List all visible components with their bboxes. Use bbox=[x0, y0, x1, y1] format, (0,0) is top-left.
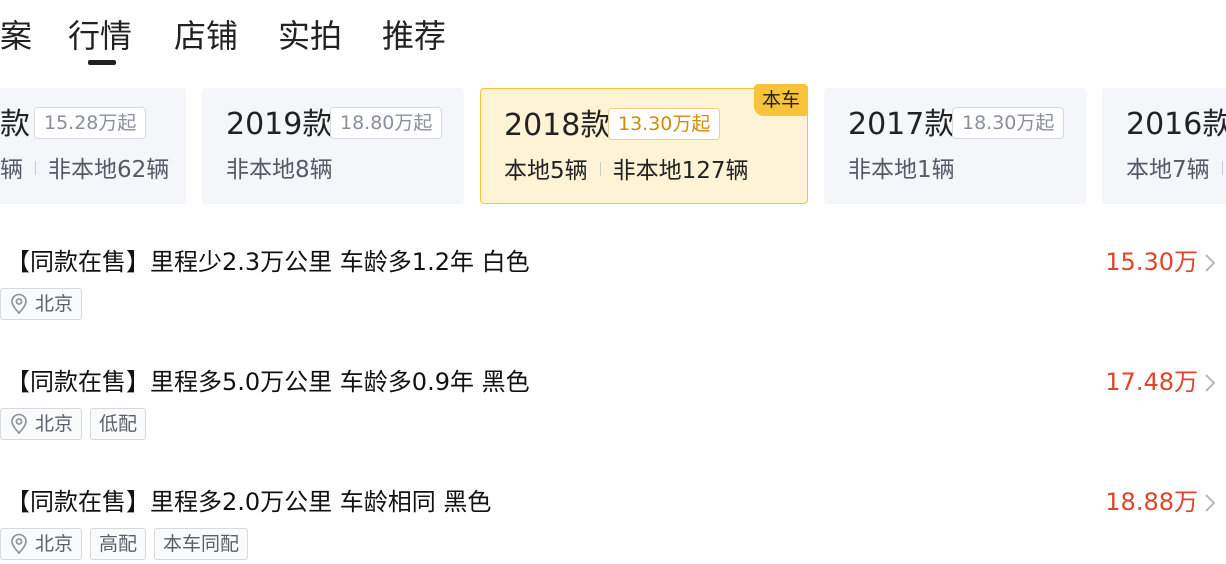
listing-item[interactable]: 【同款在售】里程多2.0万公里 车龄相同 黑色 18.88万 北京 高配 本车同… bbox=[0, 482, 1226, 564]
listing-tags: 北京 低配 bbox=[0, 408, 147, 440]
count-divider bbox=[1221, 161, 1223, 175]
config-tag: 低配 bbox=[90, 408, 147, 440]
card-nonlocal-count: 非本地127辆 bbox=[612, 158, 749, 184]
chevron-right-icon bbox=[1205, 254, 1216, 272]
card-price: 15.28万起 bbox=[34, 107, 147, 139]
active-tab-indicator bbox=[88, 60, 116, 65]
listing-tags: 北京 高配 本车同配 bbox=[0, 528, 249, 560]
location-pin-icon bbox=[11, 533, 27, 555]
card-local-count: 本地5辆 bbox=[504, 158, 588, 184]
year-card-2016[interactable]: 2016款 本地7辆 bbox=[1102, 88, 1226, 204]
location-tag: 北京 bbox=[0, 528, 83, 560]
listing-price: 15.30万 bbox=[1105, 248, 1198, 276]
card-price: 13.30万起 bbox=[608, 108, 721, 140]
card-count: 本地7辆 bbox=[1126, 154, 1226, 186]
card-local-count: 辆 bbox=[0, 157, 23, 183]
tab-photos[interactable]: 实拍 bbox=[278, 16, 342, 56]
location-pin-icon bbox=[11, 293, 27, 315]
card-nonlocal-count: 非本地1辆 bbox=[848, 157, 955, 183]
listing-item[interactable]: 【同款在售】里程多5.0万公里 车龄多0.9年 黑色 17.48万 北京 低配 bbox=[0, 362, 1226, 462]
location-pin-icon bbox=[11, 413, 27, 435]
card-count: 辆非本地62辆 bbox=[0, 154, 169, 186]
tab-bar: 案 行情 店铺 实拍 推荐 bbox=[0, 0, 1226, 70]
year-card-2019[interactable]: 2019款 18.80万起 非本地8辆 bbox=[202, 88, 464, 204]
config-tag: 本车同配 bbox=[154, 528, 249, 560]
card-count: 非本地1辆 bbox=[848, 154, 955, 186]
card-count: 非本地8辆 bbox=[226, 154, 333, 186]
tab-shop[interactable]: 店铺 bbox=[174, 16, 238, 56]
card-price: 18.80万起 bbox=[330, 107, 443, 139]
card-price: 18.30万起 bbox=[952, 107, 1065, 139]
location-tag: 北京 bbox=[0, 288, 83, 320]
card-nonlocal-count: 非本地8辆 bbox=[226, 157, 333, 183]
listing-tags: 北京 bbox=[0, 288, 83, 320]
card-year: 款 bbox=[0, 107, 30, 142]
listing-price: 18.88万 bbox=[1105, 488, 1198, 516]
current-car-badge: 本车 bbox=[754, 84, 808, 116]
card-nonlocal-count: 非本地62辆 bbox=[48, 157, 170, 183]
count-divider bbox=[599, 162, 601, 176]
chevron-right-icon bbox=[1205, 374, 1216, 392]
chevron-right-icon bbox=[1205, 494, 1216, 512]
location-label: 北京 bbox=[35, 533, 74, 555]
tab-market[interactable]: 行情 bbox=[68, 16, 132, 56]
card-year: 2019款 bbox=[226, 107, 333, 142]
listing-item[interactable]: 【同款在售】里程少2.3万公里 车龄多1.2年 白色 15.30万 北京 bbox=[0, 242, 1226, 342]
listing-title: 【同款在售】里程少2.3万公里 车龄多1.2年 白色 bbox=[6, 248, 530, 276]
location-tag: 北京 bbox=[0, 408, 83, 440]
year-card-2017[interactable]: 2017款 18.30万起 非本地1辆 bbox=[824, 88, 1086, 204]
tab-plan[interactable]: 案 bbox=[0, 16, 32, 56]
location-label: 北京 bbox=[35, 293, 74, 315]
location-label: 北京 bbox=[35, 413, 74, 435]
config-tag: 高配 bbox=[90, 528, 147, 560]
card-year: 2016款 bbox=[1126, 107, 1226, 142]
listing-price: 17.48万 bbox=[1105, 368, 1198, 396]
listing-title: 【同款在售】里程多5.0万公里 车龄多0.9年 黑色 bbox=[6, 368, 530, 396]
count-divider bbox=[35, 161, 36, 175]
card-year: 2018款 bbox=[504, 108, 611, 143]
tab-recommend[interactable]: 推荐 bbox=[382, 16, 446, 56]
card-count: 本地5辆 非本地127辆 bbox=[504, 155, 749, 187]
year-card-prev[interactable]: 款 15.28万起 辆非本地62辆 bbox=[0, 88, 186, 204]
listing-title: 【同款在售】里程多2.0万公里 车龄相同 黑色 bbox=[6, 488, 492, 516]
card-local-count: 本地7辆 bbox=[1126, 157, 1210, 183]
card-year: 2017款 bbox=[848, 107, 955, 142]
